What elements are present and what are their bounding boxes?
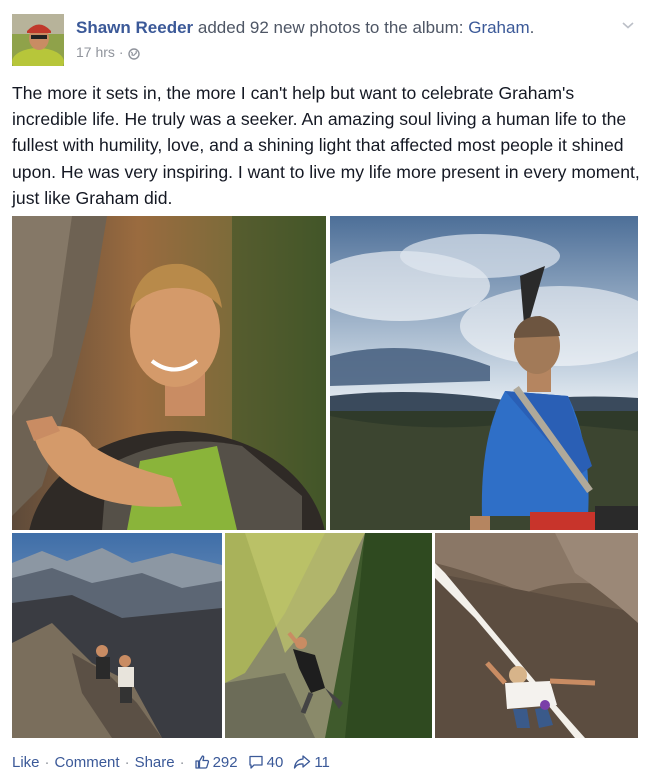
comments-count[interactable]: 40 [248, 753, 284, 771]
like-button[interactable]: Like [12, 754, 40, 771]
post-title: Shawn Reeder added 92 new photos to the … [76, 17, 534, 39]
thumbs-up-icon [194, 755, 209, 769]
comment-button[interactable]: Comment [55, 754, 120, 771]
comments-count-value: 40 [266, 753, 284, 771]
action-separator: · [124, 753, 130, 771]
photo-climbers-on-ridge[interactable] [12, 533, 222, 738]
photo-climber-on-summit-blue-shirt[interactable] [330, 216, 638, 530]
globe-icon[interactable] [127, 46, 140, 60]
album-link[interactable]: Graham [468, 18, 529, 37]
post-timestamp[interactable]: 17 hrs [76, 43, 115, 61]
meta-separator: · [118, 44, 124, 60]
post-message: The more it sets in, the more I can't he… [12, 83, 640, 208]
author-avatar[interactable] [12, 14, 64, 66]
photo-portrait-smiling-climber[interactable] [12, 216, 326, 530]
author-name-link[interactable]: Shawn Reeder [76, 18, 193, 37]
post-meta: 17 hrs · [76, 43, 140, 61]
likes-count-value: 292 [212, 753, 238, 771]
action-separator: · [179, 753, 185, 771]
share-arrow-icon [294, 755, 311, 769]
album-suffix: . [529, 18, 535, 37]
comment-icon [248, 755, 263, 769]
shares-count-value: 11 [314, 753, 330, 771]
photo-climber-in-roof-crack[interactable] [435, 533, 638, 738]
photo-climber-on-mossy-wall[interactable] [225, 533, 432, 738]
photo-post: Shawn Reeder added 92 new photos to the … [0, 0, 650, 781]
shares-count[interactable]: 11 [293, 754, 330, 771]
chevron-down-icon[interactable] [621, 17, 635, 29]
action-separator: · [44, 753, 50, 771]
likes-count[interactable]: 292 [194, 754, 238, 771]
post-action-bar: Like · Comment · Share · 292 40 11 [12, 751, 336, 773]
share-button[interactable]: Share [135, 754, 175, 771]
post-action-text: added 92 new photos to the album: [197, 18, 464, 37]
